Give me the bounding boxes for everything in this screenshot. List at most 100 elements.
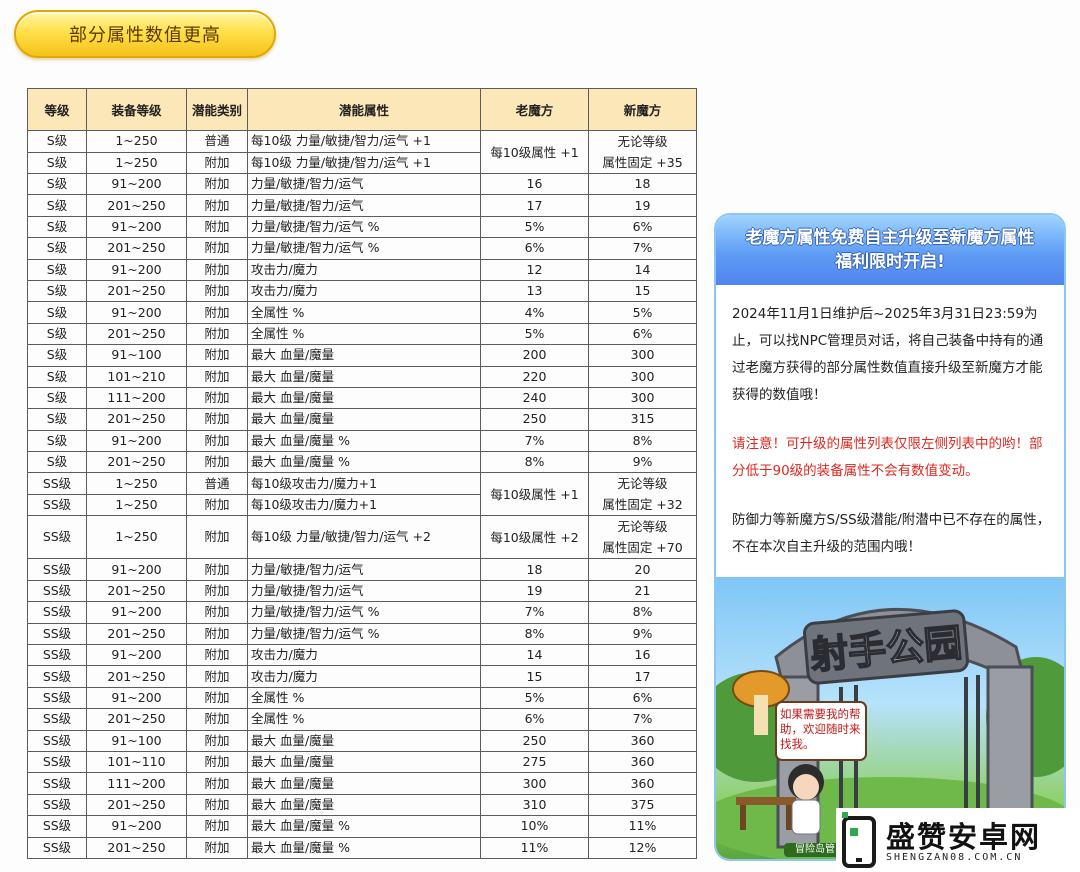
cell-potential-type: 附加 xyxy=(186,279,248,303)
cell-potential-type: 附加 xyxy=(186,622,248,646)
cell-grade: SS级 xyxy=(27,729,87,752)
cell-potential-type: 附加 xyxy=(186,344,248,367)
cell-old-cube: 17 xyxy=(480,194,589,217)
cell-equip-level: 201~250 xyxy=(86,408,187,431)
cell-equip-level: 201~250 xyxy=(86,194,187,217)
cell-potential-type: 附加 xyxy=(186,151,248,174)
cell-potential-type: 附加 xyxy=(186,194,248,217)
table-row: SS级 91~100 附加 最大 血量/魔量 250 360 xyxy=(27,729,697,752)
cell-old-cube: 8% xyxy=(480,622,589,646)
cell-potential-type: 附加 xyxy=(186,451,248,474)
table-row: SS级 91~200 附加 全属性 % 5% 6% xyxy=(27,686,697,710)
cell-potential-type: 附加 xyxy=(186,815,248,838)
table-row: S级 201~250 附加 最大 血量/魔量 % 8% 9% xyxy=(27,451,697,474)
cell-potential-attr: 每10级 力量/敏捷/智力/运气 +1 xyxy=(247,130,481,153)
cell-new-cube: 315 xyxy=(588,408,697,431)
cell-potential-type: 附加 xyxy=(186,579,248,603)
cell-grade: S级 xyxy=(27,429,87,453)
cell-new-cube: 12% xyxy=(588,836,697,859)
cell-grade: S级 xyxy=(27,301,87,324)
table-row: S级 91~200 附加 力量/敏捷/智力/运气 16 18 xyxy=(27,172,697,196)
section-title: 部分属性数值更高 xyxy=(69,25,221,46)
cell-new-cube: 17 xyxy=(588,665,697,688)
table-row: SS级 91~200 附加 攻击力/魔力 14 16 xyxy=(27,644,697,667)
cell-old-cube: 每10级属性 +2 xyxy=(480,515,589,560)
cell-potential-type: 普通 xyxy=(186,130,248,153)
cell-new-cube: 300 xyxy=(588,344,697,367)
cell-equip-level: 91~100 xyxy=(86,729,187,752)
notice-paragraph-scope: 防御力等新魔方S/SS级潜能/附潜中已不存在的属性，不在本次自主升级的范围内哦！ xyxy=(732,512,1051,555)
cell-grade: SS级 xyxy=(27,579,87,603)
cell-new-cube: 9% xyxy=(588,622,697,646)
cell-new-cube: 无论等级 属性固定 +32 xyxy=(588,472,697,517)
cell-potential-attr: 每10级攻击力/魔力+1 xyxy=(247,472,481,495)
cell-old-cube: 5% xyxy=(480,215,589,239)
cell-potential-attr: 最大 血量/魔量 xyxy=(247,772,481,795)
notice-header: 老魔方属性免费自主升级至新魔方属性 福利限时开启! xyxy=(716,215,1064,285)
cell-potential-attr: 全属性 % xyxy=(247,322,481,346)
cell-potential-attr: 力量/敏捷/智力/运气 % xyxy=(247,622,481,646)
table-row: S级 91~200 附加 全属性 % 4% 5% xyxy=(27,301,697,324)
table-row: S级 201~250 附加 攻击力/魔力 13 15 xyxy=(27,279,697,303)
cell-new-cube: 6% xyxy=(588,215,697,239)
cell-grade: SS级 xyxy=(27,622,87,646)
cell-potential-attr: 力量/敏捷/智力/运气 xyxy=(247,558,481,581)
cell-grade: S级 xyxy=(27,130,87,153)
table-row: SS级 91~200 附加 力量/敏捷/智力/运气 18 20 xyxy=(27,558,697,581)
potential-attribute-table: 等级 装备等级 潜能类别 潜能属性 老魔方 新魔方 S级 1~250 普通 每10级 … xyxy=(27,88,697,859)
event-notice-panel: 老魔方属性免费自主升级至新魔方属性 福利限时开启! 2024年11月1日维护后~… xyxy=(714,213,1066,861)
cell-equip-level: 1~250 xyxy=(86,493,187,517)
cell-potential-type: 附加 xyxy=(186,322,248,346)
cell-potential-type: 附加 xyxy=(186,558,248,581)
cell-equip-level: 111~200 xyxy=(86,386,187,410)
cell-potential-type: 附加 xyxy=(186,729,248,752)
cell-equip-level: 91~100 xyxy=(86,344,187,367)
cell-grade: S级 xyxy=(27,322,87,346)
cell-new-cube: 15 xyxy=(588,279,697,303)
table-row: S级 201~250 附加 最大 血量/魔量 250 315 xyxy=(27,408,697,431)
new-cube-line-1: 无论等级 xyxy=(617,134,668,149)
cell-new-cube: 9% xyxy=(588,451,697,474)
cell-old-cube: 275 xyxy=(480,750,589,774)
cell-new-cube: 8% xyxy=(588,601,697,624)
cell-equip-level: 201~250 xyxy=(86,579,187,603)
cell-old-cube: 7% xyxy=(480,601,589,624)
cell-new-cube: 375 xyxy=(588,793,697,817)
cell-new-cube: 6% xyxy=(588,322,697,346)
table-row: S级 1~250 普通 每10级 力量/敏捷/智力/运气 +1 每10级属性 +1 无论等… xyxy=(27,130,697,174)
phone-logo-icon xyxy=(842,812,876,868)
cell-potential-attr: 攻击力/魔力 xyxy=(247,665,481,688)
section-title-pill: 部分属性数值更高 xyxy=(14,10,276,58)
cell-equip-level: 201~250 xyxy=(86,322,187,346)
cell-potential-attr: 力量/敏捷/智力/运气 xyxy=(247,194,481,217)
cell-old-cube: 6% xyxy=(480,237,589,260)
cell-potential-attr: 攻击力/魔力 xyxy=(247,258,481,281)
cell-potential-type: 附加 xyxy=(186,836,248,859)
table-row: SS级 91~200 附加 力量/敏捷/智力/运气 % 7% 8% xyxy=(27,601,697,624)
cell-old-cube: 10% xyxy=(480,815,589,838)
table-row: SS级 201~250 附加 力量/敏捷/智力/运气 % 8% 9% xyxy=(27,622,697,646)
site-watermark: 盛赞安卓网 SHENGZAN08.COM.CN xyxy=(836,808,1080,872)
notice-body: 2024年11月1日维护后~2025年3月31日23:59为止，可以找NPC管理… xyxy=(716,285,1064,561)
new-cube-line-2: 属性固定 +32 xyxy=(602,497,683,513)
table-header-row: 等级 装备等级 潜能类别 潜能属性 老魔方 新魔方 xyxy=(27,88,697,131)
cell-new-cube: 360 xyxy=(588,772,697,795)
cell-potential-type: 附加 xyxy=(186,493,248,517)
cell-old-cube: 6% xyxy=(480,708,589,731)
cell-potential-type: 附加 xyxy=(186,365,248,388)
table-row: S级 91~100 附加 最大 血量/魔量 200 300 xyxy=(27,344,697,367)
cell-new-cube: 19 xyxy=(588,194,697,217)
cell-equip-level: 91~200 xyxy=(86,429,187,453)
cell-old-cube: 5% xyxy=(480,322,589,346)
cell-grade: SS级 xyxy=(27,750,87,774)
cell-potential-attr: 力量/敏捷/智力/运气 xyxy=(247,172,481,196)
cell-grade: SS级 xyxy=(27,515,87,560)
npc-speech-bubble-text: 如果需要我的帮助，欢迎随时来找我。 xyxy=(780,707,861,751)
cell-old-cube: 8% xyxy=(480,451,589,474)
col-header-new-cube: 新魔方 xyxy=(588,88,697,131)
table-row: SS级 91~200 附加 最大 血量/魔量 % 10% 11% xyxy=(27,815,697,838)
cell-potential-attr: 最大 血量/魔量 xyxy=(247,793,481,817)
new-cube-line-1: 无论等级 xyxy=(617,519,668,535)
cell-grade: SS级 xyxy=(27,815,87,838)
cell-old-cube: 310 xyxy=(480,793,589,817)
